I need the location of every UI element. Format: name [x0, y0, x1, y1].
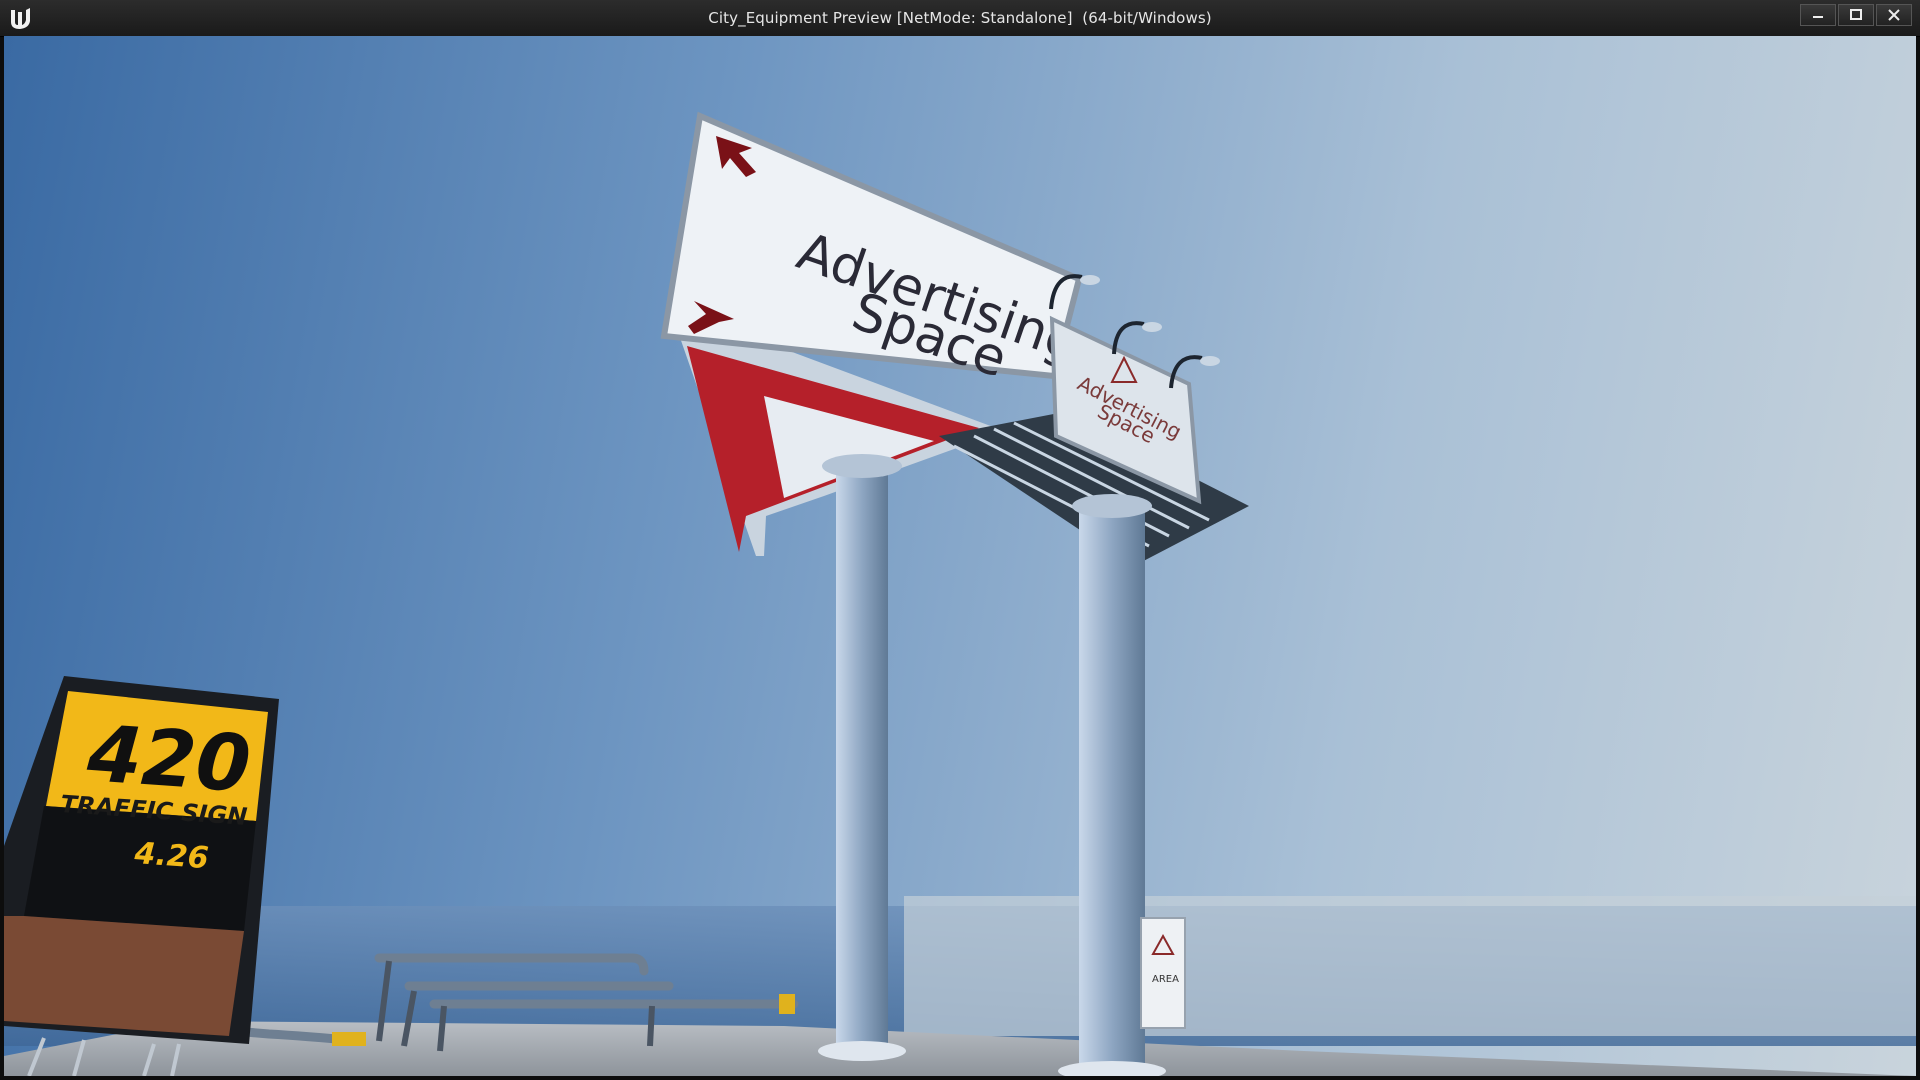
- game-viewport[interactable]: Advertising Space Advertising Space AREA…: [4, 36, 1916, 1076]
- pipe-end-cap: [332, 1032, 366, 1046]
- close-button[interactable]: [1876, 4, 1912, 26]
- maximize-icon: [1850, 9, 1862, 20]
- close-icon: [1888, 9, 1900, 21]
- minimize-button[interactable]: [1800, 4, 1836, 26]
- minimize-icon: [1813, 16, 1823, 18]
- scene-render: Advertising Space Advertising Space AREA…: [4, 111, 1916, 1076]
- horizon-haze: [904, 896, 1916, 1036]
- billboard-pole-left: [836, 466, 888, 1051]
- game-window: City_Equipment Preview [NetMode: Standal…: [0, 0, 1920, 1080]
- window-title: City_Equipment Preview [NetMode: Standal…: [708, 9, 1212, 27]
- pipe-end-cap: [779, 994, 795, 1014]
- traffic-sign-version: 4.26: [132, 836, 209, 876]
- billboard-pole-right: [1079, 506, 1145, 1071]
- title-bar[interactable]: City_Equipment Preview [NetMode: Standal…: [0, 0, 1920, 37]
- window-controls: [1800, 4, 1912, 26]
- maximize-button[interactable]: [1838, 4, 1874, 26]
- pole-panel-label: AREA: [1152, 974, 1179, 985]
